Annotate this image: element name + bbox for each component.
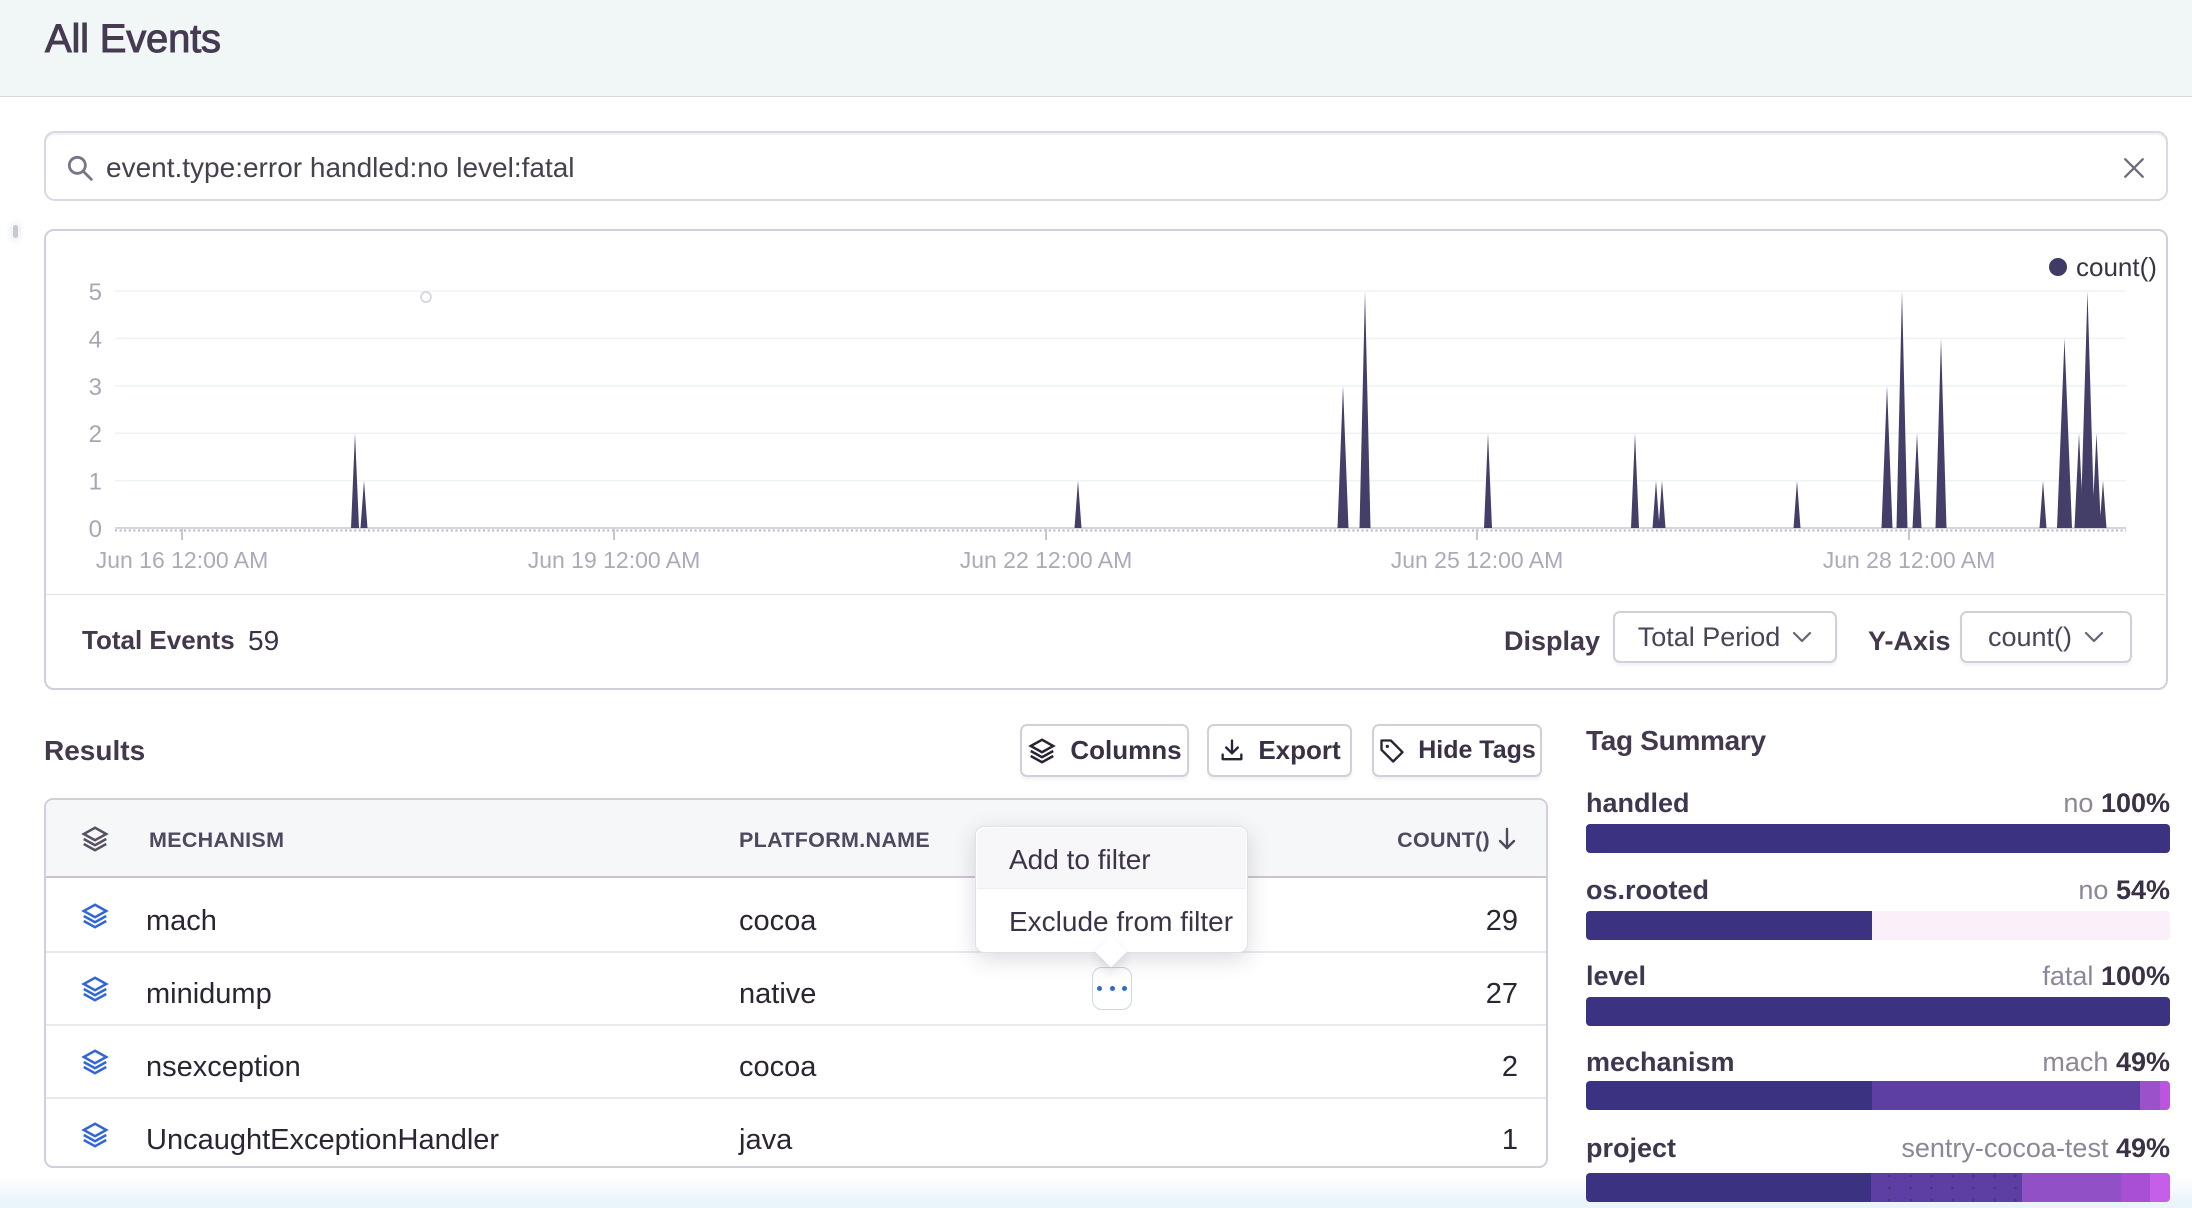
svg-text:count(): count() xyxy=(2076,252,2157,282)
svg-text:3: 3 xyxy=(89,374,102,401)
svg-text:Jun 16 12:00 AM: Jun 16 12:00 AM xyxy=(96,547,269,573)
svg-text:4: 4 xyxy=(89,326,102,353)
svg-text:Jun 22 12:00 AM: Jun 22 12:00 AM xyxy=(960,547,1133,573)
svg-text:1: 1 xyxy=(89,469,102,496)
svg-text:5: 5 xyxy=(89,279,102,306)
svg-text:0: 0 xyxy=(89,516,102,543)
svg-text:2: 2 xyxy=(89,421,102,448)
svg-text:Jun 28 12:00 AM: Jun 28 12:00 AM xyxy=(1823,547,1996,573)
svg-text:Jun 19 12:00 AM: Jun 19 12:00 AM xyxy=(528,547,701,573)
svg-text:Jun 25 12:00 AM: Jun 25 12:00 AM xyxy=(1391,547,1564,573)
